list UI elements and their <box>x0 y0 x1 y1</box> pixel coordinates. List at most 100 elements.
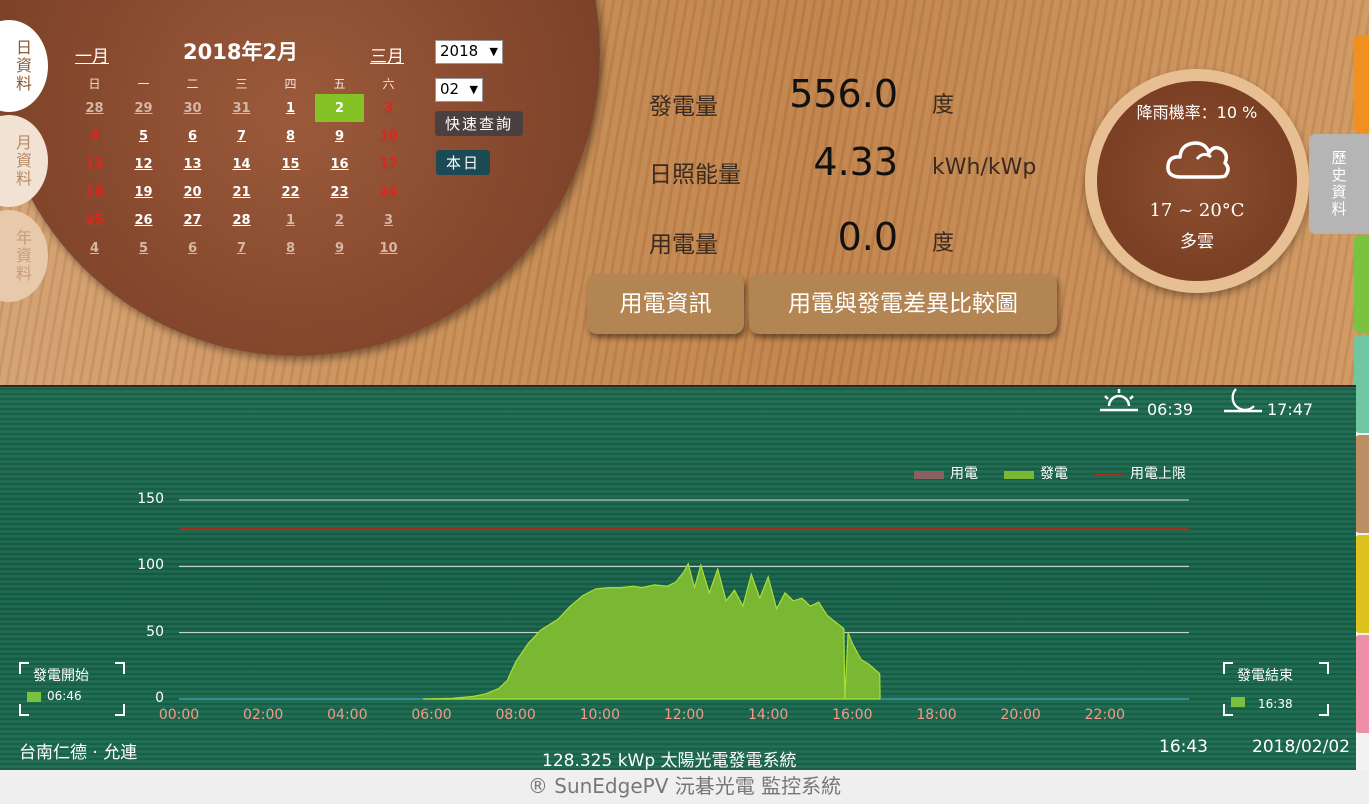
calendar-day[interactable]: 24 <box>364 178 413 206</box>
calendar-day[interactable]: 28 <box>217 206 266 234</box>
calendar-day[interactable]: 23 <box>315 178 364 206</box>
chevron-down-icon: ▼ <box>489 45 498 58</box>
calendar-day[interactable]: 8 <box>266 122 315 150</box>
calendar-title: 2018年2月 <box>183 40 299 64</box>
weather-widget: 降雨機率：10 % 17 ~ 20°C 多雲 <box>1085 69 1309 293</box>
calendar-day[interactable]: 27 <box>168 206 217 234</box>
y-tick-label: 0 <box>155 690 164 706</box>
calendar-day-label: 1 <box>285 212 296 228</box>
calendar-day-label: 2 <box>334 100 345 116</box>
calendar-day[interactable]: 21 <box>217 178 266 206</box>
generation-end-label: 發電結束 <box>1237 668 1293 684</box>
calendar-day-label: 17 <box>379 156 398 172</box>
color-tab-brown[interactable] <box>1354 435 1369 533</box>
year-select-value: 2018 <box>440 42 479 60</box>
legend-generation[interactable]: 發電 <box>1040 463 1068 483</box>
weekday-header: 日 <box>88 76 101 91</box>
calendar-day-label: 28 <box>85 100 104 116</box>
x-tick-label: 16:00 <box>832 707 873 723</box>
calendar-day[interactable]: 4 <box>70 234 119 262</box>
calendar-day[interactable]: 14 <box>217 150 266 178</box>
calendar-day[interactable]: 8 <box>266 234 315 262</box>
x-tick-label: 02:00 <box>242 707 284 723</box>
color-tab-pink[interactable] <box>1354 635 1369 733</box>
calendar-day-label: 25 <box>85 212 104 228</box>
month-select[interactable]: 02 ▼ <box>435 78 483 102</box>
calendar-day[interactable]: 7 <box>217 234 266 262</box>
calendar-day[interactable]: 4 <box>70 122 119 150</box>
calendar-day[interactable]: 22 <box>266 178 315 206</box>
legend-usage[interactable]: 用電 <box>950 463 978 483</box>
calendar-day[interactable]: 15 <box>266 150 315 178</box>
calendar-day-label: 31 <box>232 100 251 116</box>
x-tick-label: 22:00 <box>1084 707 1125 723</box>
calendar-day[interactable]: 9 <box>315 234 364 262</box>
calendar-day[interactable]: 1 <box>266 94 315 122</box>
year-select[interactable]: 2018 ▼ <box>435 40 503 64</box>
calendar-day[interactable]: 3 <box>364 94 413 122</box>
calendar-day-label: 9 <box>334 128 345 144</box>
color-tab-green[interactable] <box>1354 235 1369 333</box>
calendar-day[interactable]: 7 <box>217 122 266 150</box>
legend-generation-swatch <box>1004 471 1034 479</box>
calendar-day[interactable]: 18 <box>70 178 119 206</box>
calendar-day-label: 21 <box>232 184 251 200</box>
calendar-day[interactable]: 2 <box>315 206 364 234</box>
color-tab-orange[interactable] <box>1354 35 1369 133</box>
generation-value: 556.0 <box>789 72 898 116</box>
calendar-day-label: 29 <box>134 100 153 116</box>
calendar-day[interactable]: 20 <box>168 178 217 206</box>
generation-end-swatch <box>1231 697 1245 707</box>
weekday-header: 四 <box>284 76 297 91</box>
legend-limit[interactable]: 用電上限 <box>1130 463 1186 483</box>
calendar-day[interactable]: 11 <box>70 150 119 178</box>
history-data-tab[interactable]: 歷史資料 <box>1309 134 1369 234</box>
calendar-day[interactable]: 28 <box>70 94 119 122</box>
calendar-day[interactable]: 26 <box>119 206 168 234</box>
weekday-header: 三 <box>235 76 248 91</box>
calendar-day[interactable]: 19 <box>119 178 168 206</box>
calendar-day-label: 4 <box>89 128 100 144</box>
calendar-day[interactable]: 12 <box>119 150 168 178</box>
calendar-day[interactable]: 5 <box>119 122 168 150</box>
calendar-day[interactable]: 13 <box>168 150 217 178</box>
calendar-day[interactable]: 10 <box>364 122 413 150</box>
calendar-day-label: 8 <box>285 240 296 256</box>
calendar-day[interactable]: 25 <box>70 206 119 234</box>
consumption-value: 0.0 <box>837 215 898 259</box>
calendar-day-selected[interactable]: 2 <box>315 94 364 122</box>
calendar-day[interactable]: 1 <box>266 206 315 234</box>
x-tick-label: 08:00 <box>495 707 536 723</box>
calendar-day-label: 2 <box>334 212 345 228</box>
x-tick-label: 12:00 <box>663 707 705 723</box>
calendar-day[interactable]: 9 <box>315 122 364 150</box>
x-tick-label: 00:00 <box>158 707 200 723</box>
calendar-day-label: 30 <box>183 100 202 116</box>
calendar-day[interactable]: 29 <box>119 94 168 122</box>
calendar-day[interactable]: 6 <box>168 122 217 150</box>
usage-info-button[interactable]: 用電資訊 <box>587 274 744 334</box>
calendar-day-label: 19 <box>134 184 153 200</box>
color-tab-yellow[interactable] <box>1354 535 1369 633</box>
calendar-day[interactable]: 17 <box>364 150 413 178</box>
comparison-chart-button[interactable]: 用電與發電差異比較圖 <box>749 274 1057 334</box>
calendar-day[interactable]: 10 <box>364 234 413 262</box>
calendar-day[interactable]: 5 <box>119 234 168 262</box>
month-select-value: 02 <box>440 80 460 98</box>
site-location: 台南仁德 · 允連 <box>19 743 138 763</box>
calendar-day[interactable]: 6 <box>168 234 217 262</box>
x-tick-label: 18:00 <box>916 707 957 723</box>
calendar-day[interactable]: 31 <box>217 94 266 122</box>
color-tab-teal[interactable] <box>1354 335 1369 433</box>
calendar-day-label: 10 <box>379 240 398 256</box>
calendar-day-label: 6 <box>187 240 198 256</box>
calendar-day[interactable]: 16 <box>315 150 364 178</box>
calendar-day-label: 12 <box>134 156 153 172</box>
generation-start-box: 發電開始 06:46 <box>19 662 125 716</box>
today-button[interactable]: 本日 <box>436 150 491 175</box>
quick-query-button[interactable]: 快速查詢 <box>435 111 524 136</box>
next-month-link[interactable]: 三月 <box>370 42 404 67</box>
prev-month-link[interactable]: 一月 <box>75 42 109 67</box>
calendar-day[interactable]: 30 <box>168 94 217 122</box>
calendar-day[interactable]: 3 <box>364 206 413 234</box>
